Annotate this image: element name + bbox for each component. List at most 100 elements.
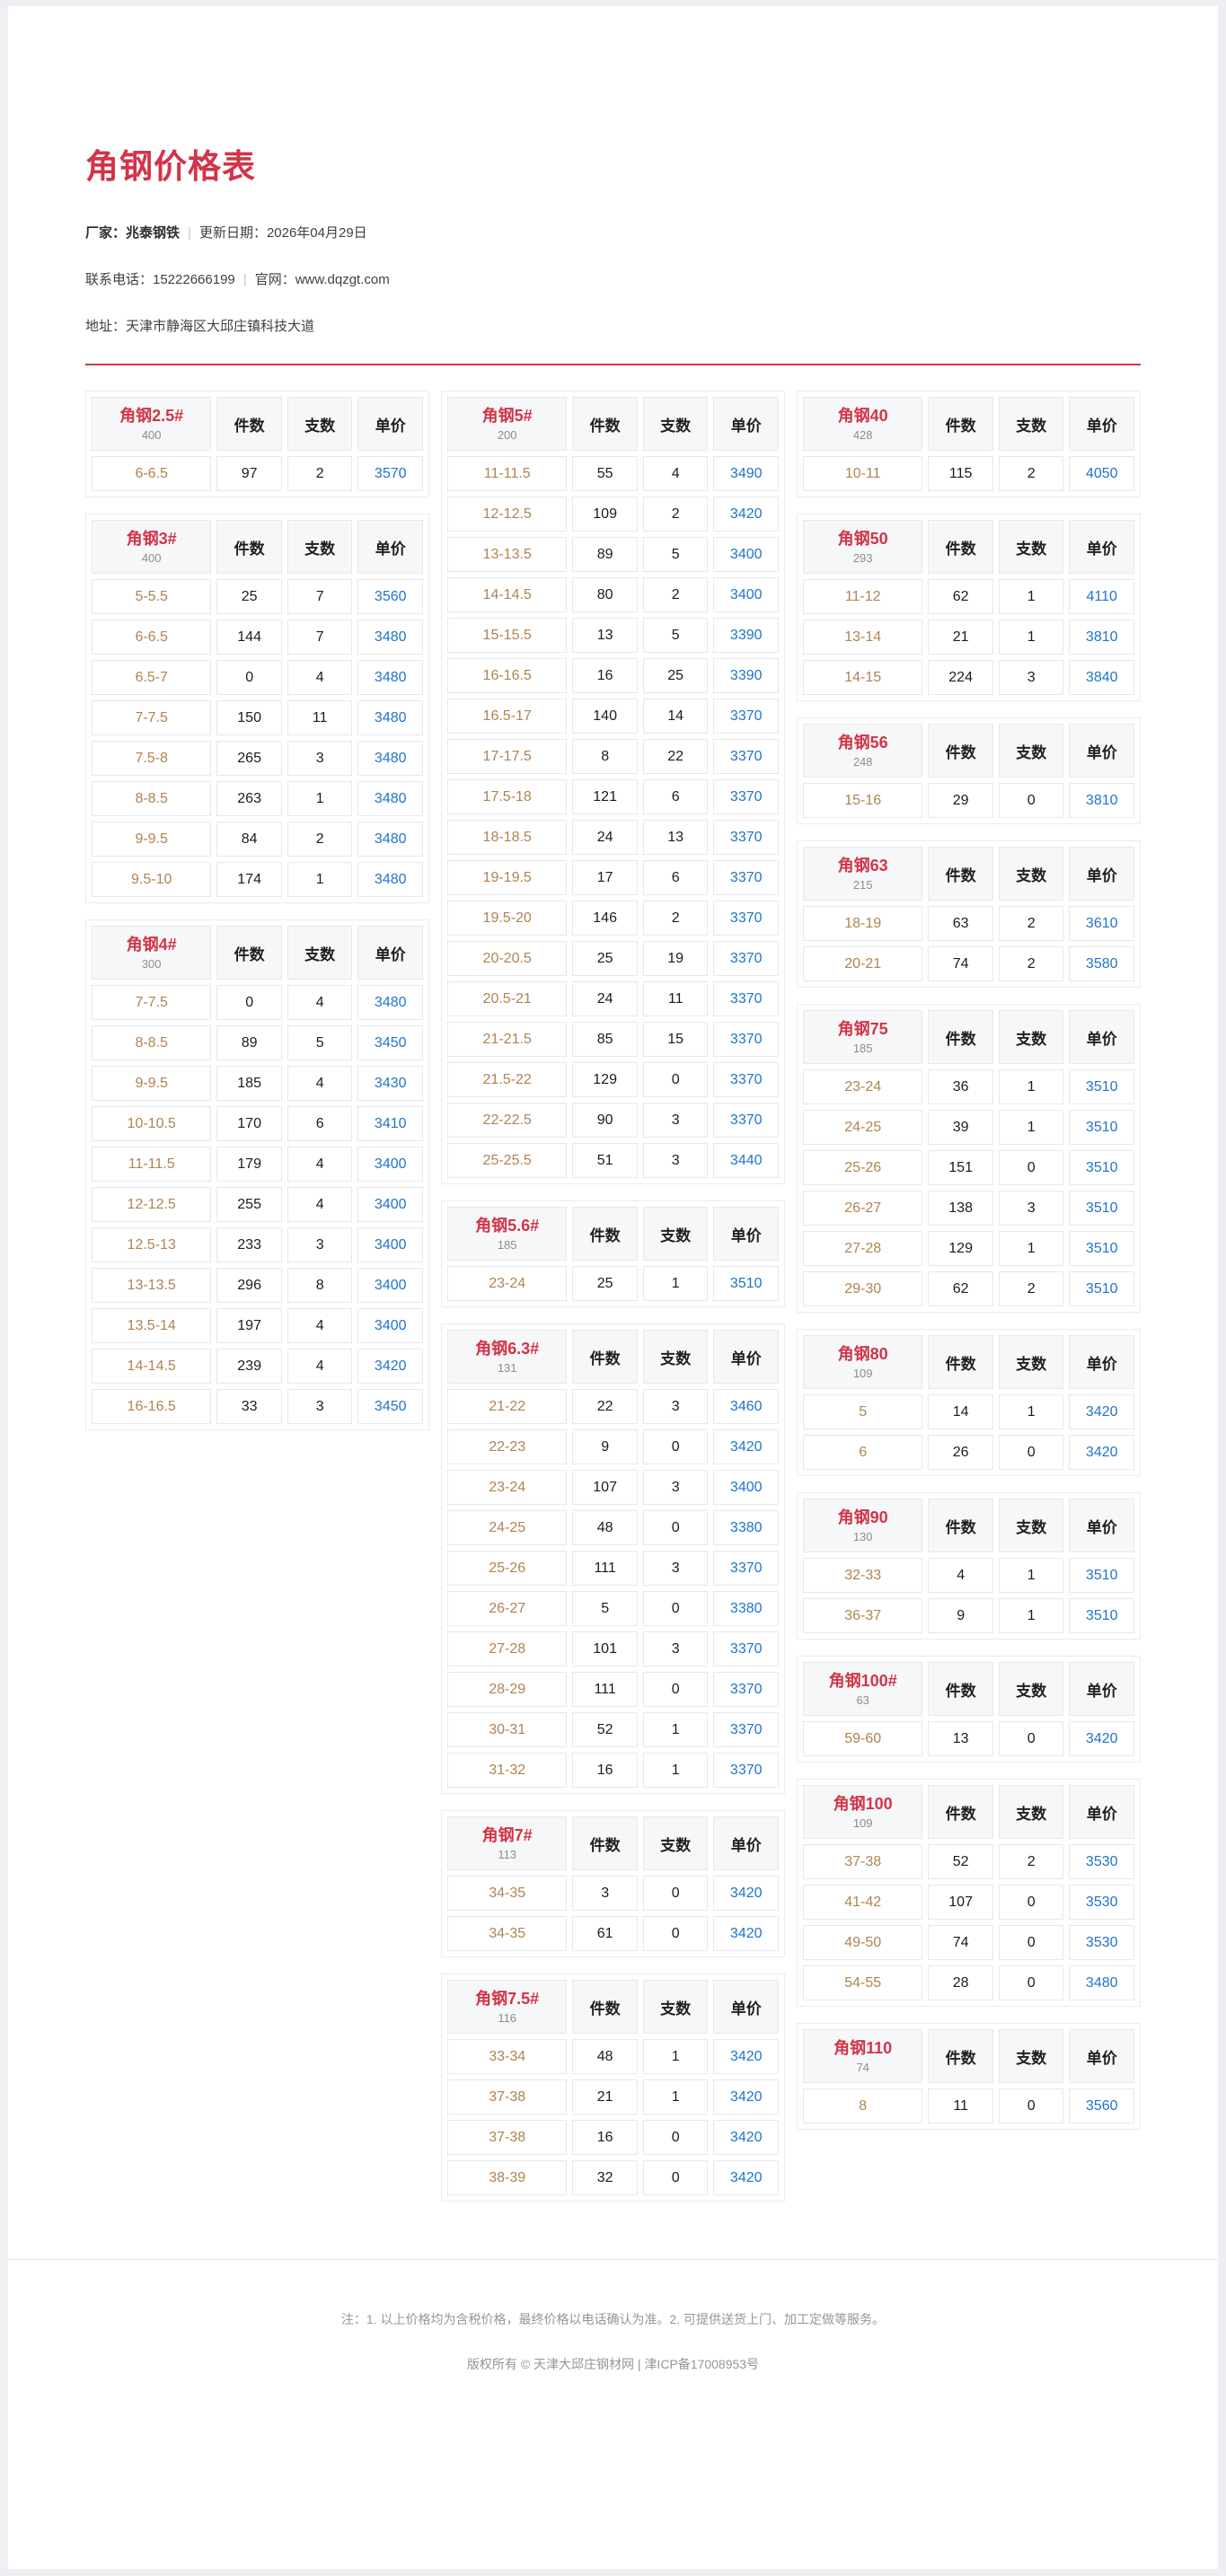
table-title-cell: 角钢40 428 xyxy=(803,397,923,451)
table-title: 角钢100 xyxy=(833,1795,893,1813)
count-value: 3 xyxy=(642,1551,709,1586)
spec-range: 34-35 xyxy=(447,1876,568,1911)
count-value: 13 xyxy=(642,820,709,855)
price-value: 3420 xyxy=(1069,1435,1134,1470)
count-value: 0 xyxy=(642,2120,709,2155)
pieces-value: 151 xyxy=(928,1150,993,1185)
table-row: 7.5-8 265 3 3480 xyxy=(92,741,423,776)
pieces-value: 48 xyxy=(572,2039,638,2074)
price-value: 3390 xyxy=(713,658,779,693)
table-row: 24-25 48 0 3380 xyxy=(447,1510,779,1545)
tables-area: 角钢2.5# 400 件数 支数 单价 6-6.5 97 2 3570 角钢3# 400 件数 支数 单价… xyxy=(8,365,1218,2202)
table-row: 37-38 52 2 3530 xyxy=(803,1844,1134,1879)
table-row: 25-26 151 0 3510 xyxy=(803,1150,1134,1185)
pieces-value: 97 xyxy=(216,456,282,491)
price-value: 3490 xyxy=(713,456,779,491)
count-value: 4 xyxy=(642,456,709,491)
pieces-value: 17 xyxy=(572,860,638,895)
table-title-cell: 角钢90 130 xyxy=(803,1499,923,1552)
price-value: 3410 xyxy=(357,1106,423,1141)
spec-range: 14-14.5 xyxy=(92,1349,212,1384)
count-value: 0 xyxy=(642,1876,709,1911)
table-row: 12-12.5 255 4 3400 xyxy=(92,1187,423,1222)
count-value: 4 xyxy=(287,1187,353,1222)
column-header-price: 单价 xyxy=(713,1207,779,1261)
table-title-cell: 角钢2.5# 400 xyxy=(92,397,212,451)
count-value: 8 xyxy=(287,1268,353,1303)
table-title-cell: 角钢5.6# 185 xyxy=(447,1207,568,1261)
table-title: 角钢7.5# xyxy=(475,1990,540,2008)
price-value: 3420 xyxy=(713,1876,779,1911)
spec-range: 14-14.5 xyxy=(447,577,568,612)
table-row: 19.5-20 146 2 3370 xyxy=(447,901,779,936)
table-row: 16-16.5 16 25 3390 xyxy=(447,658,779,693)
spec-range: 24-25 xyxy=(803,1110,923,1145)
table-title: 角钢63 xyxy=(837,857,888,875)
table-row: 21-21.5 85 15 3370 xyxy=(447,1022,779,1057)
column-header-price: 单价 xyxy=(357,397,423,451)
count-value: 2 xyxy=(287,822,353,857)
price-value: 3510 xyxy=(713,1266,779,1301)
price-value: 3840 xyxy=(1069,660,1134,695)
spec-range: 23-24 xyxy=(447,1266,568,1301)
spec-range: 13-14 xyxy=(803,620,923,655)
column-header-pieces: 件数 xyxy=(928,2029,993,2083)
update-date: 更新日期：2026年04月29日 xyxy=(198,225,367,241)
table-title-cell: 角钢110 74 xyxy=(803,2029,923,2083)
table-column-1: 角钢2.5# 400 件数 支数 单价 6-6.5 97 2 3570 角钢3# 400 件数 支数 单价… xyxy=(85,391,429,1430)
count-value: 1 xyxy=(998,620,1064,655)
count-value: 0 xyxy=(642,1062,709,1097)
price-value: 3580 xyxy=(1069,946,1134,981)
price-table-角钢6.3#: 角钢6.3# 131 件数 支数 单价 21-22 22 3 3460 22-23 9 0 3420 23… xyxy=(441,1323,785,1794)
price-value: 3370 xyxy=(713,820,779,855)
table-row: 16.5-17 140 14 3370 xyxy=(447,699,779,734)
pieces-value: 89 xyxy=(216,1025,282,1060)
column-header-pieces: 件数 xyxy=(928,1010,993,1064)
pieces-value: 13 xyxy=(928,1721,993,1756)
table-row: 20-20.5 25 19 3370 xyxy=(447,941,779,976)
table-row: 20.5-21 24 11 3370 xyxy=(447,981,779,1016)
pieces-value: 263 xyxy=(216,781,282,816)
pieces-value: 13 xyxy=(572,618,638,653)
table-row: 49-50 74 0 3530 xyxy=(803,1925,1134,1960)
price-table-角钢7.5#: 角钢7.5# 116 件数 支数 单价 33-34 48 1 3420 37-38 21 1 3420 3… xyxy=(441,1974,785,2202)
column-header-pieces: 件数 xyxy=(572,1816,638,1870)
pieces-value: 22 xyxy=(572,1389,638,1424)
pieces-value: 80 xyxy=(572,577,638,612)
table-header-row: 角钢2.5# 400 件数 支数 单价 xyxy=(92,397,423,451)
count-value: 0 xyxy=(642,1591,709,1626)
info-line-contact: 联系电话：15222666199 | 官网：www.dqzgt.com xyxy=(85,270,1141,289)
table-row: 54-55 28 0 3480 xyxy=(803,1965,1134,2000)
table-title: 角钢100# xyxy=(828,1672,897,1690)
count-value: 4 xyxy=(287,1147,353,1182)
count-value: 4 xyxy=(287,660,353,695)
table-header-row: 角钢40 428 件数 支数 单价 xyxy=(803,397,1134,451)
table-row: 15-16 29 0 3810 xyxy=(803,783,1134,818)
pieces-value: 52 xyxy=(928,1844,993,1879)
price-value: 3370 xyxy=(713,739,779,774)
table-header-row: 角钢7# 113 件数 支数 单价 xyxy=(447,1816,779,1870)
column-header-price: 单价 xyxy=(1069,1499,1134,1552)
column-header-price: 单价 xyxy=(713,1980,779,2034)
price-value: 3480 xyxy=(357,620,423,655)
table-header-row: 角钢5.6# 185 件数 支数 单价 xyxy=(447,1207,779,1261)
count-value: 1 xyxy=(998,1110,1064,1145)
spec-range: 41-42 xyxy=(803,1885,923,1920)
price-value: 3610 xyxy=(1069,906,1134,941)
price-value: 3480 xyxy=(357,781,423,816)
price-value: 3530 xyxy=(1069,1844,1134,1879)
price-value: 3400 xyxy=(357,1147,423,1182)
pieces-value: 197 xyxy=(216,1308,282,1343)
table-row: 26-27 138 3 3510 xyxy=(803,1191,1134,1226)
table-row: 13.5-14 197 4 3400 xyxy=(92,1308,423,1343)
pieces-value: 39 xyxy=(928,1110,993,1145)
table-title-cell: 角钢75 185 xyxy=(803,1010,923,1064)
spec-range: 6 xyxy=(803,1435,923,1470)
column-header-count: 支数 xyxy=(998,847,1064,901)
table-row: 18-19 63 2 3610 xyxy=(803,906,1134,941)
table-row: 16-16.5 33 3 3450 xyxy=(92,1389,423,1424)
pieces-value: 74 xyxy=(928,1925,993,1960)
table-title: 角钢4# xyxy=(126,936,177,954)
column-header-pieces: 件数 xyxy=(928,520,993,574)
price-value: 3370 xyxy=(713,901,779,936)
